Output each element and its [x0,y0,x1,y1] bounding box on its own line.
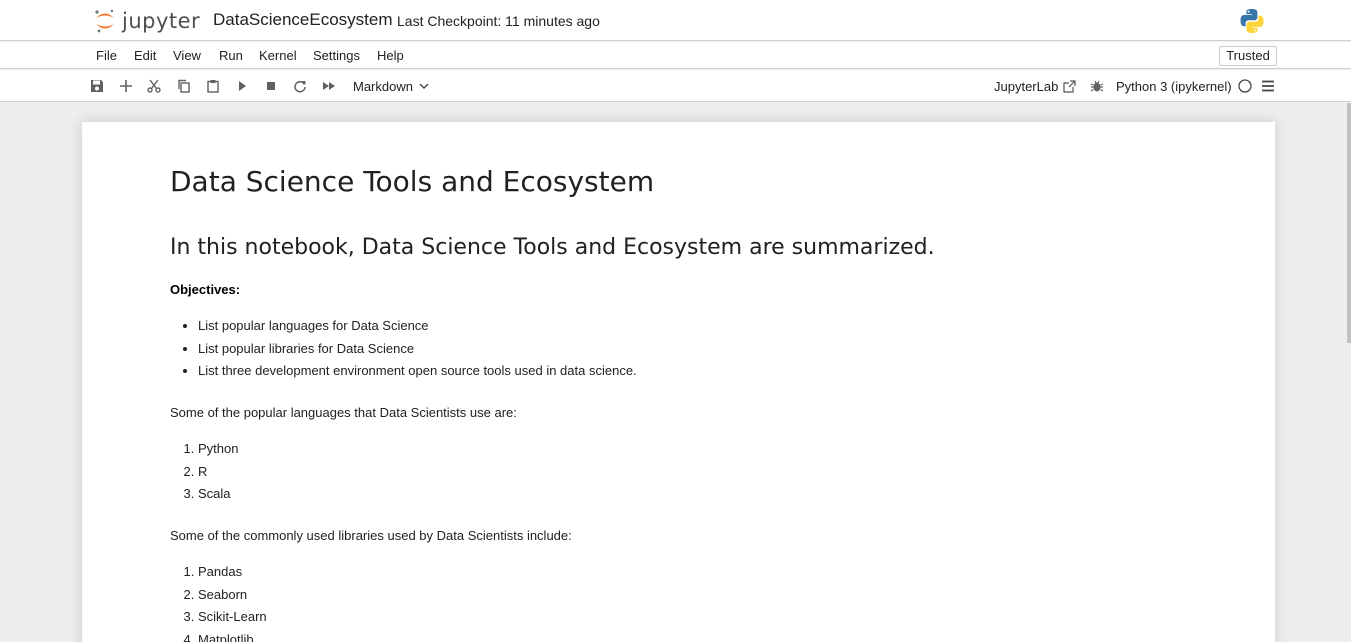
list-item: List three development environment open … [198,363,637,386]
list-item: Python [198,441,238,464]
stop-button[interactable] [263,78,279,94]
menu-run[interactable]: Run [219,48,243,63]
languages-intro: Some of the popular languages that Data … [170,405,517,420]
external-link-icon [1063,80,1076,93]
jupyterlab-link[interactable]: JupyterLab [994,79,1076,94]
cut-icon [147,79,161,93]
cell-type-label: Markdown [353,79,413,94]
menu-help[interactable]: Help [377,48,404,63]
toolbar: Markdown JupyterLab Python 3 (ipykernel) [0,70,1351,102]
menu-settings[interactable]: Settings [313,48,360,63]
run-all-button[interactable] [321,78,337,94]
bug-icon [1090,80,1104,92]
menu-view[interactable]: View [173,48,201,63]
list-item: R [198,464,238,487]
scrollbar[interactable] [1347,103,1351,343]
python-logo-icon [1240,9,1264,33]
kernel-idle-circle-icon [1238,79,1252,93]
add-cell-button[interactable] [118,78,134,94]
list-item: Pandas [198,564,267,587]
jupyter-logo[interactable]: jupyter [93,6,203,36]
list-item: List popular libraries for Data Science [198,341,637,364]
checkpoint-status: Last Checkpoint: 11 minutes ago [397,13,600,29]
notebook-page: Data Science Tools and Ecosystem In this… [82,122,1275,642]
jupyter-logo-text: jupyter [122,9,201,33]
notebook-heading-1: Data Science Tools and Ecosystem [170,165,655,198]
objectives-list: List popular languages for Data Science … [198,318,637,386]
list-item: Scikit-Learn [198,609,267,632]
list-item: List popular languages for Data Science [198,318,637,341]
libraries-intro: Some of the commonly used libraries used… [170,528,572,543]
paste-icon [207,80,219,93]
save-button[interactable] [89,78,105,94]
list-item: Seaborn [198,587,267,610]
notebook-title[interactable]: DataScienceEcosystem [213,10,393,30]
copy-icon [178,79,190,93]
menu-bar: File Edit View Run Kernel Settings Help … [0,42,1351,69]
objectives-label: Objectives: [170,282,241,297]
libraries-list: Pandas Seaborn Scikit-Learn Matplotlib [198,564,267,642]
list-item: Matplotlib [198,632,267,642]
languages-list: Python R Scala [198,441,238,509]
chevron-down-icon [419,83,429,89]
fast-forward-icon [323,82,335,90]
kernel-name[interactable]: Python 3 (ipykernel) [1116,79,1232,94]
jupyterlab-link-label: JupyterLab [994,79,1059,94]
hamburger-menu-icon [1262,80,1274,92]
menu-file[interactable]: File [96,48,117,63]
run-button[interactable] [234,78,250,94]
copy-button[interactable] [176,78,192,94]
notebook-area: Data Science Tools and Ecosystem In this… [0,103,1351,642]
run-icon [239,81,246,91]
list-item: Scala [198,486,238,509]
menu-edit[interactable]: Edit [134,48,156,63]
add-icon [120,80,132,92]
header: jupyter DataScienceEcosystem Last Checkp… [0,0,1351,41]
stop-icon [267,82,275,90]
paste-button[interactable] [205,78,221,94]
debugger-button[interactable] [1089,78,1105,94]
restart-icon [294,80,306,93]
restart-button[interactable] [292,78,308,94]
cell-type-select[interactable]: Markdown [353,79,429,94]
menu-kernel[interactable]: Kernel [259,48,297,63]
kernel-status [1237,78,1253,94]
cut-button[interactable] [146,78,162,94]
jupyter-logo-icon [95,9,114,33]
trusted-indicator[interactable]: Trusted [1219,46,1277,66]
notebook-heading-2: In this notebook, Data Science Tools and… [170,235,935,260]
menu-toggle-button[interactable] [1260,78,1276,94]
save-icon [91,80,103,92]
